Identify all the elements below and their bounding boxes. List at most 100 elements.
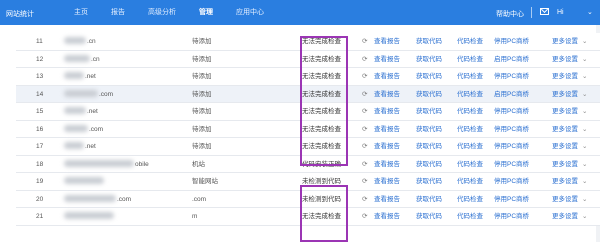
pc-bridge-toggle-link[interactable]: 停用PC商桥: [494, 121, 529, 138]
nav-item-app-center[interactable]: 应用中心: [236, 0, 264, 25]
refresh-icon[interactable]: ⟳: [362, 138, 367, 155]
code-check-link[interactable]: 代码检查: [457, 191, 483, 208]
refresh-icon[interactable]: ⟳: [362, 86, 367, 103]
get-code-link[interactable]: 获取代码: [416, 86, 442, 103]
code-check-link[interactable]: 代码检查: [457, 138, 483, 155]
more-settings-label: 更多设置: [552, 143, 578, 151]
mail-icon[interactable]: [540, 8, 549, 15]
site-domain-suffix: .cn: [87, 38, 96, 45]
row-number: 17: [36, 143, 44, 151]
code-check-link[interactable]: 代码检查: [457, 33, 483, 50]
pc-bridge-toggle-link[interactable]: 停用PC商桥: [494, 156, 529, 173]
more-settings-dropdown[interactable]: 更多设置 ⌄: [552, 156, 587, 173]
code-check-link[interactable]: 代码检查: [457, 121, 483, 138]
row-number: 15: [36, 108, 44, 116]
refresh-icon[interactable]: ⟳: [362, 103, 367, 120]
code-check-link[interactable]: 代码检查: [457, 51, 483, 68]
chevron-down-icon: ⌄: [582, 108, 588, 116]
help-center-link[interactable]: 帮助中心: [496, 9, 524, 19]
refresh-icon[interactable]: ⟳: [362, 191, 367, 208]
code-check-link[interactable]: 代码检查: [457, 86, 483, 103]
get-code-link[interactable]: 获取代码: [416, 156, 442, 173]
get-code-link[interactable]: 获取代码: [416, 138, 442, 155]
code-check-link[interactable]: 代码检查: [457, 103, 483, 120]
code-check-link[interactable]: 代码检查: [457, 173, 483, 190]
more-settings-dropdown[interactable]: 更多设置 ⌄: [552, 51, 587, 68]
view-report-link[interactable]: 查看报告: [374, 103, 400, 120]
get-code-link[interactable]: 获取代码: [416, 103, 442, 120]
pc-bridge-toggle-link[interactable]: 停用PC商桥: [494, 68, 529, 85]
site-type: 智能网站: [192, 178, 218, 186]
nav-item-advanced-analysis[interactable]: 高级分析: [148, 0, 176, 25]
pc-bridge-toggle-link[interactable]: 停用PC商桥: [494, 33, 529, 50]
more-settings-dropdown[interactable]: 更多设置 ⌄: [552, 68, 587, 85]
view-report-link[interactable]: 查看报告: [374, 156, 400, 173]
more-settings-dropdown[interactable]: 更多设置 ⌄: [552, 103, 587, 120]
pc-bridge-toggle-link[interactable]: 停用PC商桥: [494, 138, 529, 155]
more-settings-dropdown[interactable]: 更多设置 ⌄: [552, 33, 587, 50]
pc-bridge-toggle-link[interactable]: 停用PC商桥: [494, 173, 529, 190]
view-report-link[interactable]: 查看报告: [374, 173, 400, 190]
refresh-icon[interactable]: ⟳: [362, 156, 367, 173]
site-name: .cn: [64, 51, 100, 68]
more-settings-dropdown[interactable]: 更多设置 ⌄: [552, 138, 587, 155]
row-number: 20: [36, 195, 44, 203]
chevron-down-icon[interactable]: ⌄: [587, 8, 593, 16]
chevron-down-icon: ⌄: [582, 160, 588, 168]
view-report-link[interactable]: 查看报告: [374, 86, 400, 103]
refresh-icon[interactable]: ⟳: [362, 68, 367, 85]
redacted-domain: [64, 107, 86, 115]
refresh-icon[interactable]: ⟳: [362, 208, 367, 225]
pc-bridge-toggle-link[interactable]: 停用PC商桥: [494, 191, 529, 208]
user-greeting[interactable]: Hi: [557, 9, 564, 16]
get-code-link[interactable]: 获取代码: [416, 51, 442, 68]
view-report-link[interactable]: 查看报告: [374, 138, 400, 155]
site-domain-suffix: .com: [99, 90, 114, 98]
view-report-link[interactable]: 查看报告: [374, 121, 400, 138]
pc-bridge-toggle-link[interactable]: 启用PC商桥: [494, 86, 529, 103]
redacted-domain: [64, 194, 116, 202]
refresh-icon[interactable]: ⟳: [362, 173, 367, 190]
site-name: .cn: [64, 33, 96, 50]
get-code-link[interactable]: 获取代码: [416, 121, 442, 138]
view-report-link[interactable]: 查看报告: [374, 68, 400, 85]
code-check-link[interactable]: 代码检查: [457, 208, 483, 225]
get-code-link[interactable]: 获取代码: [416, 191, 442, 208]
more-settings-dropdown[interactable]: 更多设置 ⌄: [552, 208, 587, 225]
row-number: 14: [36, 90, 44, 98]
nav-item-manage[interactable]: 管理: [199, 0, 213, 25]
app-logo[interactable]: 网站统计: [6, 9, 34, 19]
view-report-link[interactable]: 查看报告: [374, 191, 400, 208]
more-settings-dropdown[interactable]: 更多设置 ⌄: [552, 191, 587, 208]
site-domain-suffix: .cn: [91, 55, 100, 63]
pc-bridge-toggle-link[interactable]: 停用PC商桥: [494, 103, 529, 120]
redacted-domain: [64, 142, 84, 150]
view-report-link[interactable]: 查看报告: [374, 208, 400, 225]
refresh-icon[interactable]: ⟳: [362, 121, 367, 138]
site-type: .com: [192, 195, 207, 203]
get-code-link[interactable]: 获取代码: [416, 208, 442, 225]
row-number: 18: [36, 160, 44, 168]
redacted-domain: [64, 89, 98, 97]
refresh-icon[interactable]: ⟳: [362, 33, 367, 50]
view-report-link[interactable]: 查看报告: [374, 33, 400, 50]
redacted-domain: [64, 177, 104, 185]
refresh-icon[interactable]: ⟳: [362, 51, 367, 68]
view-report-link[interactable]: 查看报告: [374, 51, 400, 68]
code-check-link[interactable]: 代码检查: [457, 68, 483, 85]
nav-item-reports[interactable]: 报告: [111, 0, 125, 25]
get-code-link[interactable]: 获取代码: [416, 33, 442, 50]
get-code-link[interactable]: 获取代码: [416, 68, 442, 85]
main-nav: 主页 报告 高级分析 管理 应用中心: [74, 0, 287, 25]
site-domain-suffix: .net: [85, 143, 96, 151]
site-name: .net: [64, 103, 98, 120]
pc-bridge-toggle-link[interactable]: 停用PC商桥: [494, 208, 529, 225]
more-settings-dropdown[interactable]: 更多设置 ⌄: [552, 86, 587, 103]
pc-bridge-toggle-link[interactable]: 启用PC商桥: [494, 51, 529, 68]
more-settings-label: 更多设置: [552, 73, 578, 81]
more-settings-dropdown[interactable]: 更多设置 ⌄: [552, 173, 587, 190]
get-code-link[interactable]: 获取代码: [416, 173, 442, 190]
more-settings-dropdown[interactable]: 更多设置 ⌄: [552, 121, 587, 138]
nav-item-home[interactable]: 主页: [74, 0, 88, 25]
code-check-link[interactable]: 代码检查: [457, 156, 483, 173]
